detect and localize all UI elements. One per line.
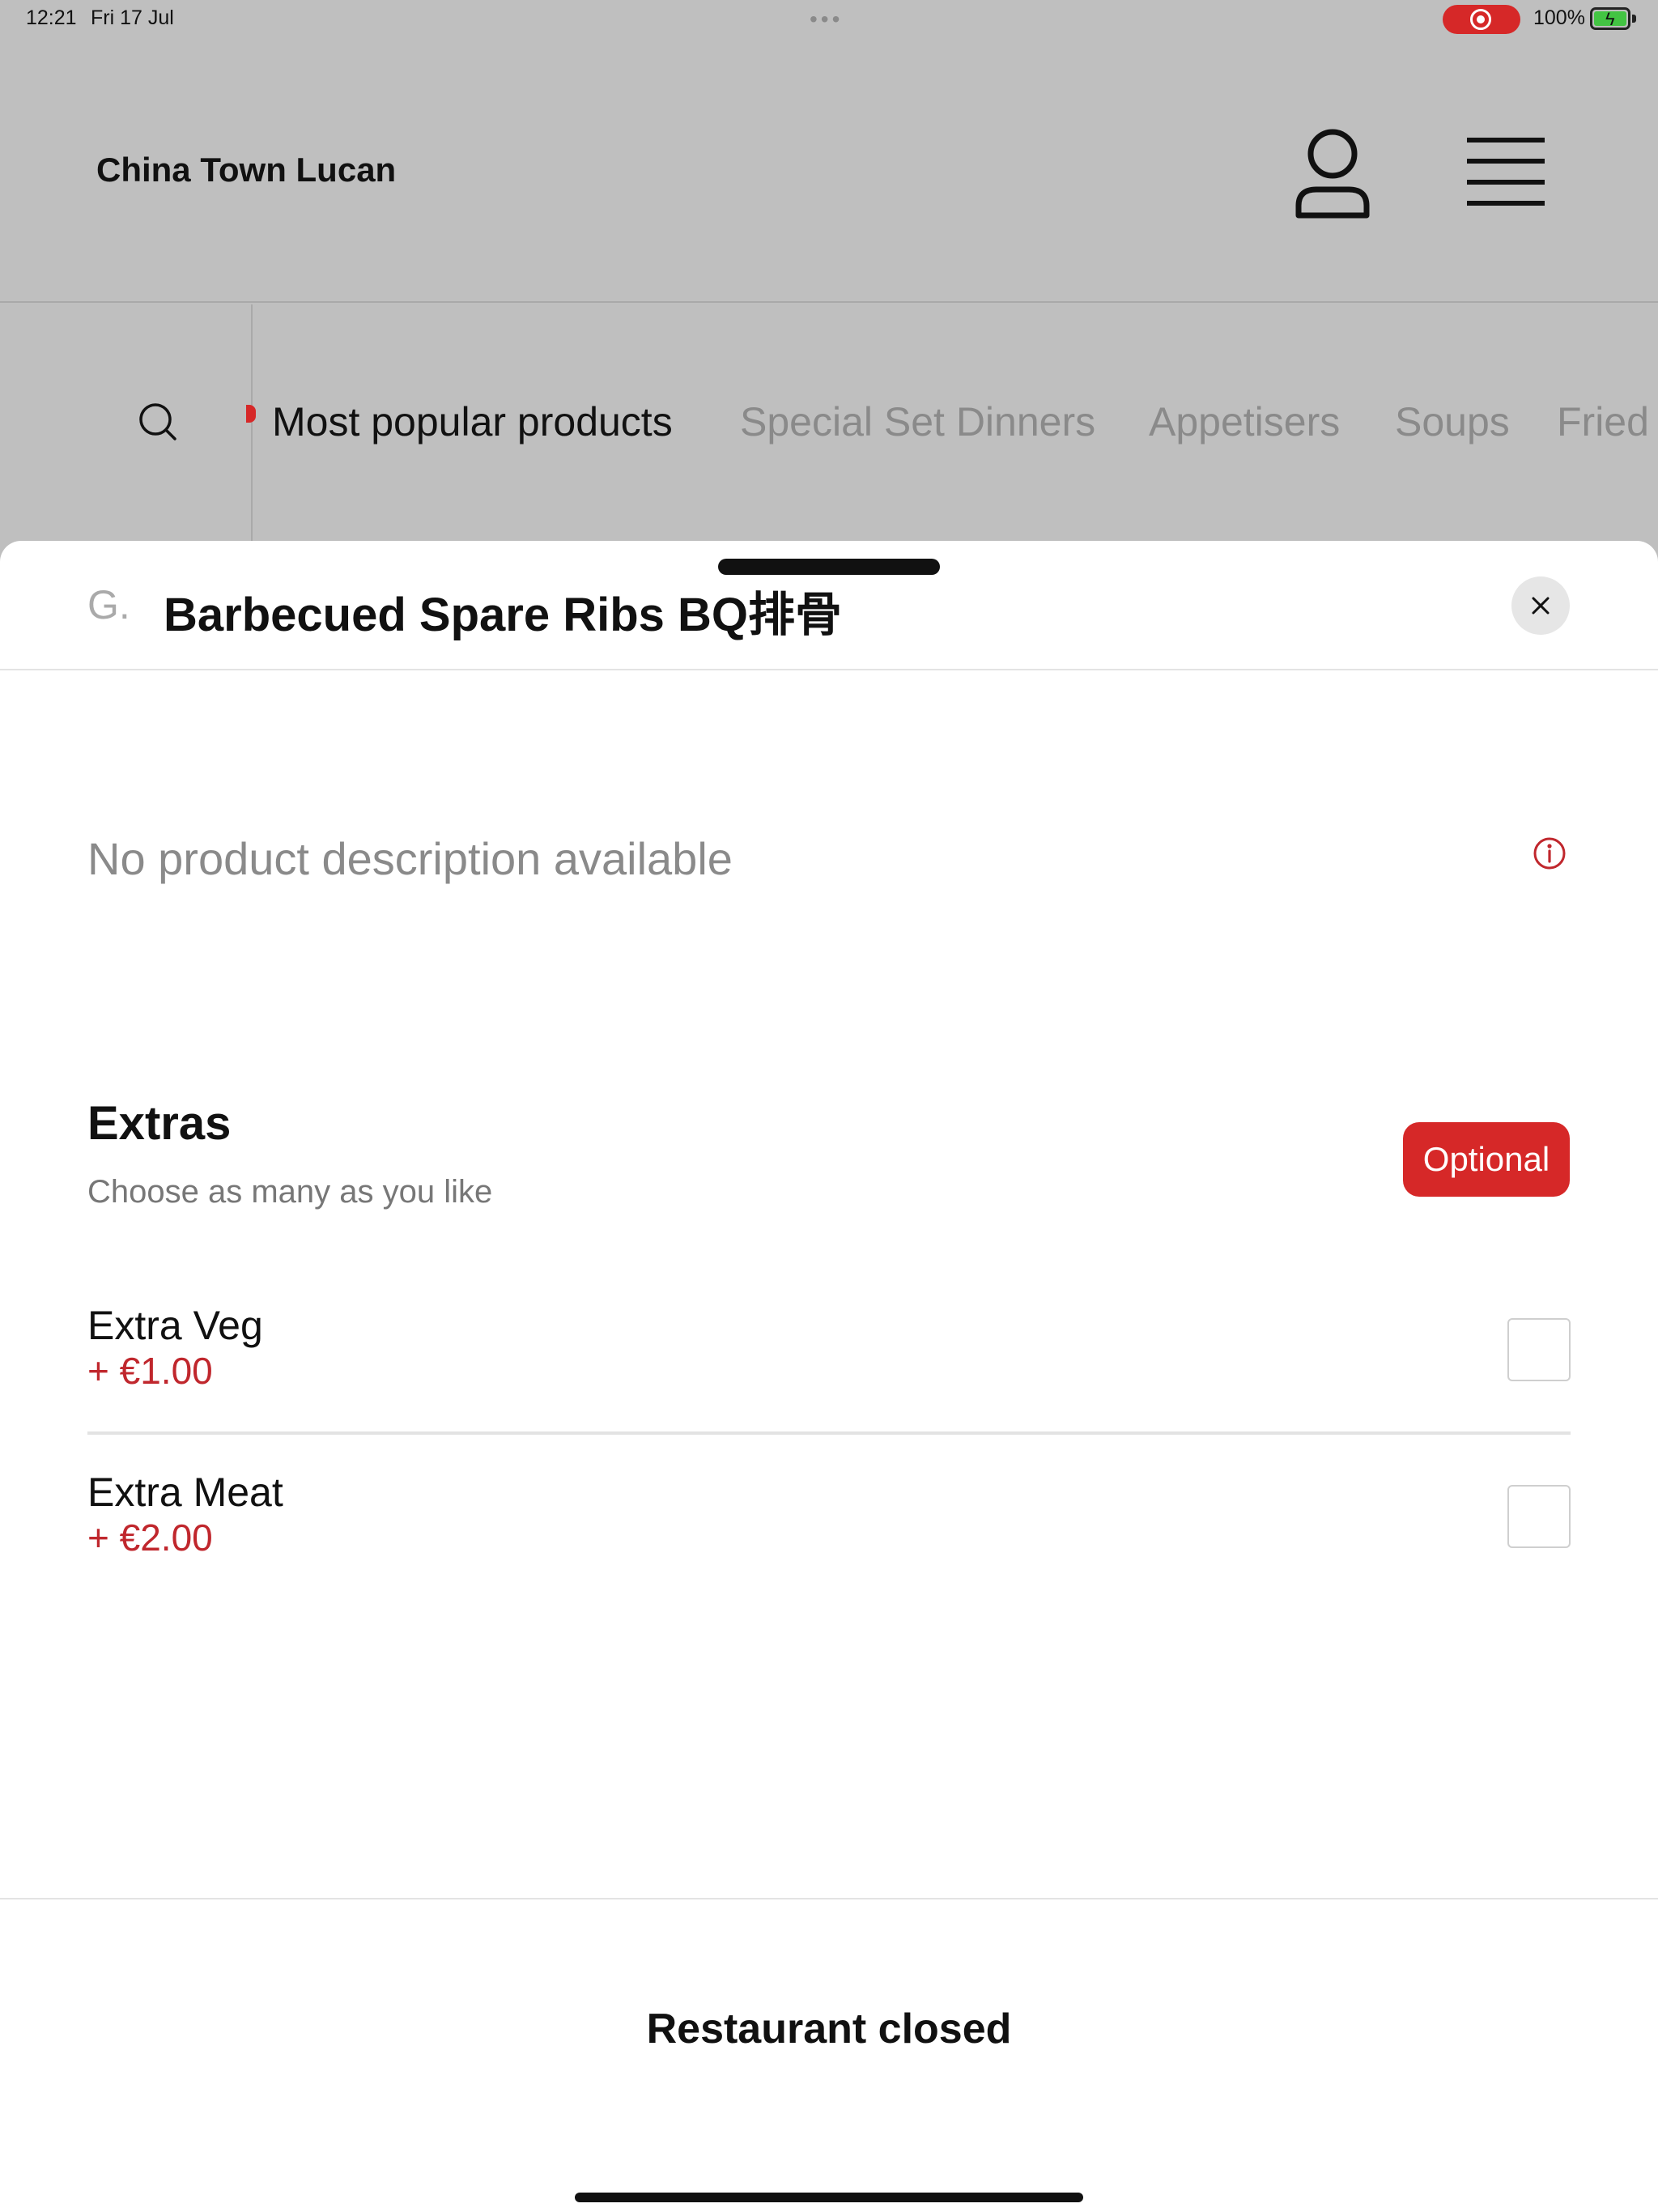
- option-price: + €2.00: [87, 1516, 213, 1559]
- close-icon: [1532, 597, 1550, 615]
- charging-bolt-icon: ϟ: [1605, 9, 1615, 29]
- multitasking-dots-icon[interactable]: •••: [810, 6, 843, 32]
- info-button[interactable]: [1532, 836, 1567, 871]
- tab-fried[interactable]: Fried: [1557, 398, 1649, 445]
- tab-most-popular-products[interactable]: Most popular products: [272, 398, 673, 445]
- screen-recording-indicator[interactable]: [1443, 5, 1520, 34]
- tab-soups[interactable]: Soups: [1395, 398, 1510, 445]
- tab-appetisers[interactable]: Appetisers: [1149, 398, 1340, 445]
- person-icon: [1295, 129, 1370, 219]
- battery-percentage: 100%: [1533, 6, 1585, 29]
- info-icon: [1533, 837, 1566, 870]
- footer-divider: [0, 1898, 1658, 1899]
- search-icon: [139, 403, 176, 440]
- product-title: Barbecued Spare Ribs BQ排骨: [164, 589, 842, 641]
- battery-tip: [1632, 15, 1636, 23]
- close-button[interactable]: [1511, 576, 1570, 635]
- option-divider: [87, 1431, 1571, 1435]
- extras-title: Extras: [87, 1097, 232, 1150]
- hamburger-menu-icon: [1467, 138, 1545, 206]
- status-time: 12:21: [26, 6, 77, 29]
- product-description: No product description available: [87, 833, 733, 884]
- tab-special-set-dinners[interactable]: Special Set Dinners: [740, 398, 1095, 445]
- product-code: G.: [87, 582, 130, 627]
- status-date: Fri 17 Jul: [91, 6, 174, 29]
- profile-button[interactable]: [1292, 128, 1373, 222]
- option-name: Extra Veg: [87, 1303, 263, 1348]
- app-header: China Town Lucan: [0, 39, 1658, 303]
- option-name: Extra Meat: [87, 1470, 283, 1515]
- option-price: + €1.00: [87, 1350, 213, 1392]
- option-row-extra-meat[interactable]: Extra Meat + €2.00: [87, 1453, 1571, 1614]
- battery-icon: ϟ: [1590, 7, 1630, 30]
- search-button[interactable]: [130, 393, 188, 452]
- active-category-indicator: [246, 405, 256, 423]
- category-nav: Most popular products Special Set Dinner…: [0, 304, 1658, 541]
- home-indicator[interactable]: [575, 2193, 1083, 2202]
- record-icon: [1470, 9, 1491, 30]
- restaurant-name: China Town Lucan: [96, 151, 397, 189]
- menu-button[interactable]: [1465, 136, 1546, 209]
- optional-badge: Optional: [1403, 1122, 1570, 1197]
- nav-divider: [251, 304, 253, 541]
- sheet-grabber[interactable]: [718, 559, 940, 575]
- option-row-extra-veg[interactable]: Extra Veg + €1.00: [87, 1286, 1571, 1448]
- option-checkbox-extra-veg[interactable]: [1507, 1318, 1571, 1381]
- restaurant-closed-label: Restaurant closed: [646, 2006, 1012, 2052]
- extras-subtitle: Choose as many as you like: [87, 1174, 493, 1210]
- status-bar: 12:21 Fri 17 Jul ••• 100% ϟ: [0, 0, 1658, 39]
- product-sheet: G. Barbecued Spare Ribs BQ排骨 No product …: [0, 541, 1658, 2212]
- option-checkbox-extra-meat[interactable]: [1507, 1485, 1571, 1548]
